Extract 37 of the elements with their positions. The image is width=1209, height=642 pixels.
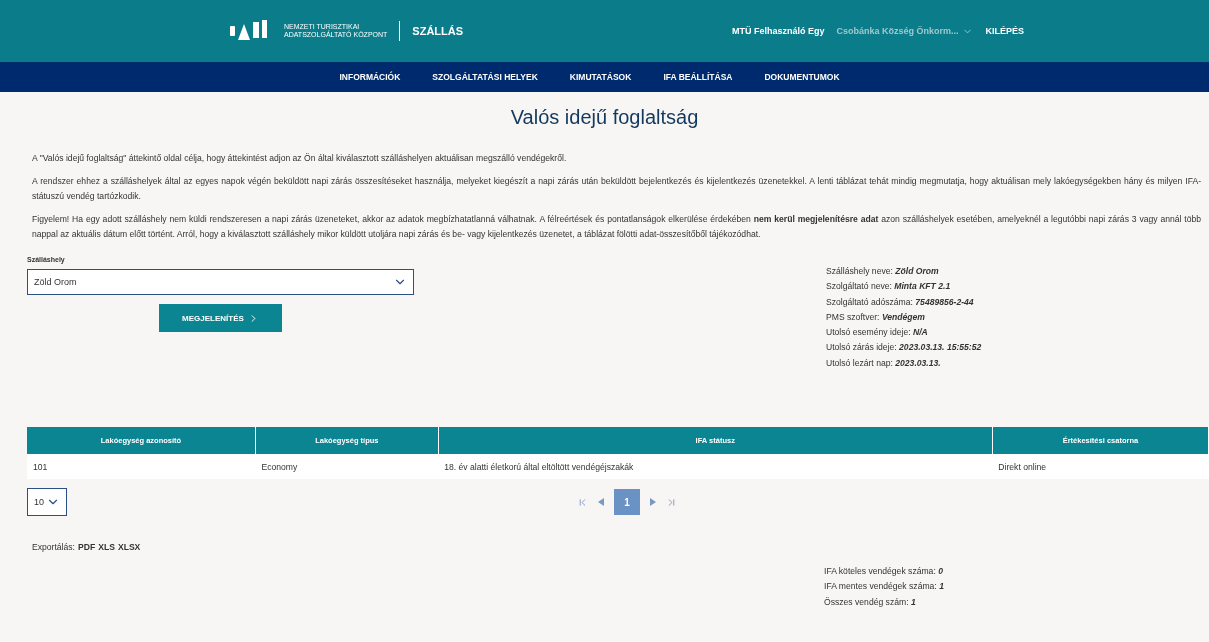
detail-line: PMS szoftver: Vendégem: [826, 310, 926, 324]
nav-link[interactable]: IFA BEÁLLÍTÁSA: [663, 72, 733, 82]
detail-line: Utolsó esemény ideje: N/A: [826, 326, 929, 340]
export-link[interactable]: XLSX: [117, 542, 141, 553]
intro-paragraph: A "Valós idejű foglaltság" áttekintő oldal célja, hogy áttekintést adjon az Ön által kiválasztott szálláshelyen aktuálisan megszálló vendégekről.: [32, 152, 568, 165]
detail-line: Szolgáltató neve: Minta KFT 2.1: [826, 280, 952, 294]
summary-line: IFA mentes vendégek száma: 1: [824, 580, 945, 594]
first-page-icon[interactable]: [577, 496, 588, 508]
intro-paragraph: Figyelem! Ha egy adott szálláshely nem küldi rendszeresen a napi zárás üzeneteket, akkor az adatok megbízhatatlanná válhatnak. A félreértések és pontatlanságok elkerülése érdekében nem kerül megjelenítésre adat azon szálláshelyek esetében, amelyeknél a legutóbbi napi zárás 3 vagy annál több nappal az aktuális dátum előtt történt. Arról, hogy a kiválasztott szálláshely mikor küldött utoljára napi zárás és be- vagy kijelentkezés üzenetet, a táblázat fölötti adat-összesítőből tájékozódhat.: [32, 213, 1201, 241]
detail-line: Szolgáltató adószáma: 75489856-2-44: [826, 295, 975, 309]
detail-line: Utolsó zárás ideje: 2023.03.13. 15:55:52: [826, 341, 982, 355]
page-size-select[interactable]: 10: [27, 488, 67, 517]
table-cell: 18. év alatti életkorú által eltöltött vendégéjszakák: [438, 454, 993, 480]
display-button[interactable]: MEGJELENÍTÉS: [159, 304, 282, 332]
nav-link[interactable]: INFORMÁCIÓK: [339, 72, 401, 82]
nav-link[interactable]: KIMUTATÁSOK: [569, 72, 632, 82]
last-page-icon[interactable]: [666, 496, 677, 508]
nav-link[interactable]: SZOLGÁLTATÁSI HELYEK: [432, 72, 538, 82]
table-cell: 101: [27, 454, 256, 480]
previous-page-icon[interactable]: [598, 498, 604, 507]
detail-line: Szálláshely neve: Zöld Orom: [826, 265, 940, 278]
export-label: Exportálás:: [32, 542, 75, 553]
intro-paragraph: A rendszer ehhez a szálláshelyek által az egyes napok végén beküldött napi zárás összesítéseket használja, melyeket kiegészít a napi zárás után beküldött bejelentkezés és kijelentkezés üzenetekkel. A lenti táblázat tehát mindig megmutatja, hogy aktuálisan mely lakóegységekben hány és milyen IFA-státuszú vendég tartózkodik.: [32, 175, 1201, 203]
export-link[interactable]: XLS: [98, 542, 115, 553]
detail-line: Utolsó lezárt nap: 2023.03.13.: [826, 356, 942, 370]
page-title: Valós idejű foglaltság: [509, 106, 700, 129]
export-link[interactable]: PDF: [78, 542, 96, 553]
summary-line: IFA köteles vendégek száma: 0: [824, 565, 944, 579]
summary-line: Összes vendég szám: 1: [824, 595, 917, 609]
logout-button[interactable]: KILÉPÉS: [985, 26, 1024, 36]
app-name: SZÁLLÁS: [412, 25, 464, 37]
user-name: MTÜ Felhasználó Egy: [731, 26, 825, 36]
table-cell: Direkt online: [992, 454, 1209, 480]
nav-link[interactable]: DOKUMENTUMOK: [764, 72, 840, 82]
next-page-icon[interactable]: [650, 498, 656, 507]
accommodation-select[interactable]: Zöld Orom: [27, 269, 414, 295]
table-cell: Economy: [255, 454, 439, 480]
